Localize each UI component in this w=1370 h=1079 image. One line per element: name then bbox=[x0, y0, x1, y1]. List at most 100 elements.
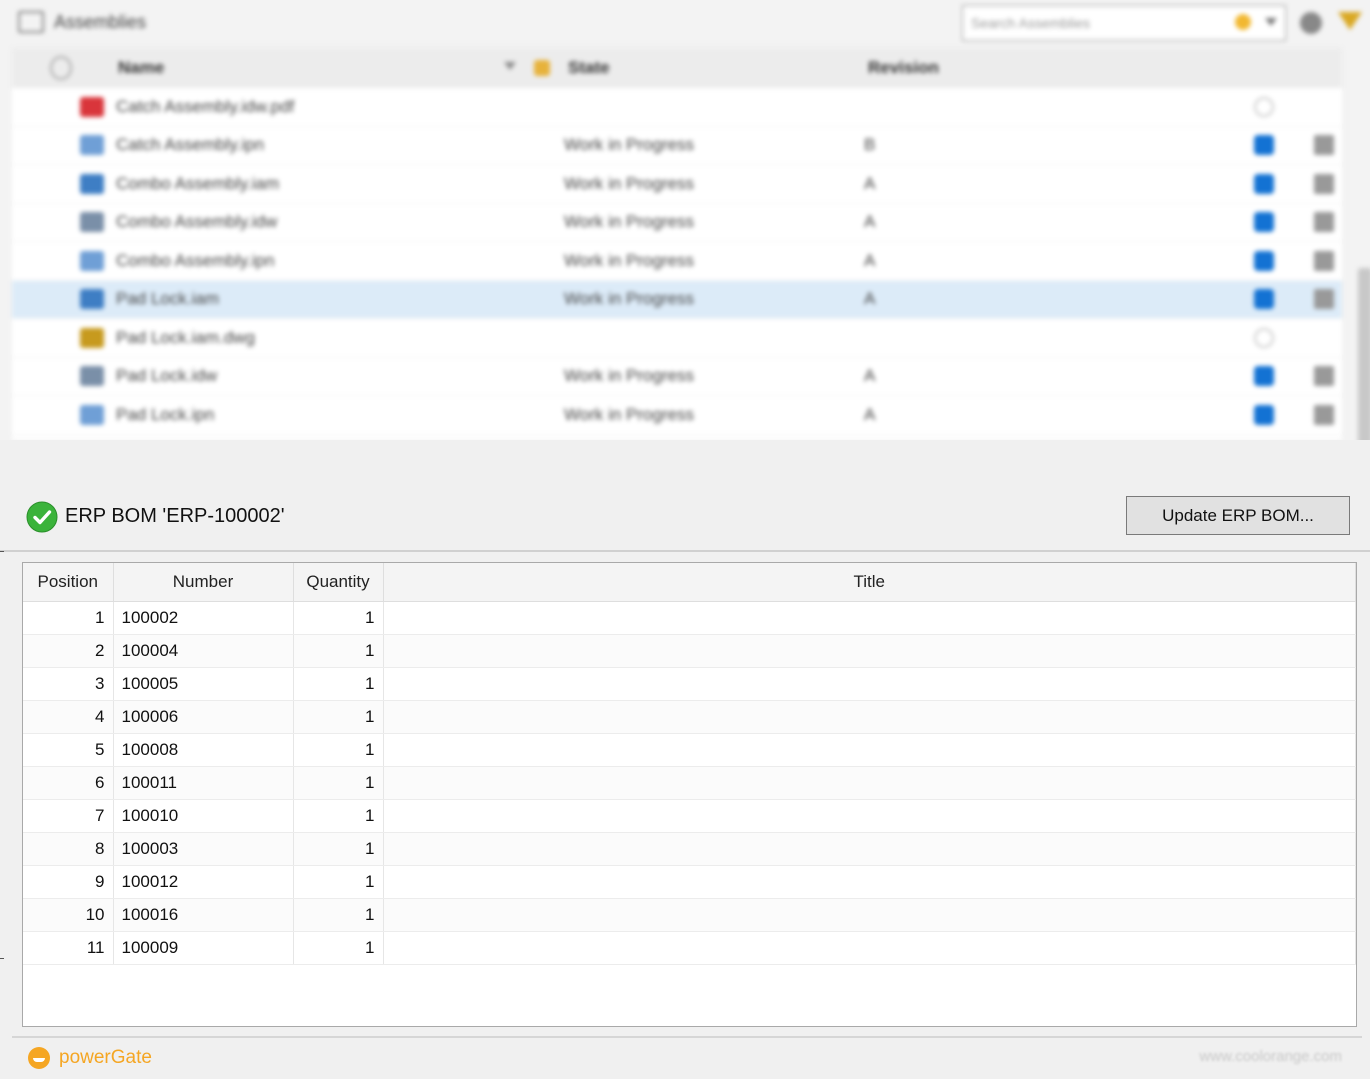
cell-title bbox=[383, 700, 1356, 734]
pdf-icon bbox=[80, 96, 104, 117]
file-revision: A bbox=[864, 366, 876, 386]
file-name: Pad Lock.ipn bbox=[116, 404, 215, 424]
file-state: Work in Progress bbox=[564, 250, 695, 270]
cell-quantity: 1 bbox=[293, 733, 384, 767]
file-state: Work in Progress bbox=[564, 212, 695, 232]
table-row[interactable]: 10 100016 1 bbox=[23, 898, 1356, 932]
table-row[interactable]: 2 100004 1 bbox=[23, 634, 1356, 668]
table-row[interactable]: 4 100006 1 bbox=[23, 700, 1356, 734]
ipn-icon bbox=[80, 404, 104, 425]
file-row[interactable]: Catch Assembly.idw.pdf bbox=[12, 88, 1342, 127]
cell-title bbox=[383, 667, 1356, 701]
details-icon[interactable] bbox=[1314, 173, 1334, 194]
cell-number: 100005 bbox=[113, 667, 294, 701]
column-position[interactable]: Position bbox=[23, 563, 114, 602]
divider bbox=[0, 550, 1370, 552]
cell-title bbox=[383, 733, 1356, 767]
search-icon[interactable] bbox=[1235, 14, 1251, 30]
file-row[interactable]: Pad Lock.iam.dwg bbox=[12, 319, 1342, 358]
table-row[interactable]: 9 100012 1 bbox=[23, 865, 1356, 899]
cell-title bbox=[383, 634, 1356, 668]
file-name: Pad Lock.iam bbox=[116, 289, 219, 309]
idw-icon bbox=[80, 212, 104, 233]
details-icon[interactable] bbox=[1314, 250, 1334, 271]
file-grid-header: Name State Revision bbox=[12, 48, 1342, 88]
bom-header: ERP BOM 'ERP-100002' Update ERP BOM... bbox=[0, 490, 1370, 550]
cell-number: 100011 bbox=[113, 766, 294, 800]
chevron-down-icon[interactable] bbox=[1265, 18, 1277, 26]
column-revision[interactable]: Revision bbox=[868, 58, 939, 78]
cell-quantity: 1 bbox=[293, 700, 384, 734]
file-name: Catch Assembly.ipn bbox=[116, 135, 265, 155]
details-icon[interactable] bbox=[1314, 289, 1334, 310]
status-icon bbox=[1254, 327, 1274, 348]
table-row[interactable]: 5 100008 1 bbox=[23, 733, 1356, 767]
search-input[interactable]: Search Assemblies bbox=[962, 5, 1286, 41]
file-row[interactable]: Pad Lock.idw Work in Progress A bbox=[12, 358, 1342, 396]
status-icon bbox=[1254, 250, 1274, 271]
file-name: Catch Assembly.idw.pdf bbox=[116, 96, 295, 116]
file-revision: A bbox=[864, 289, 876, 309]
select-all-checkbox[interactable] bbox=[50, 56, 72, 80]
column-number[interactable]: Number bbox=[113, 563, 294, 602]
file-row[interactable]: Pad Lock.iam Work in Progress A bbox=[12, 280, 1342, 319]
column-state[interactable]: State bbox=[568, 58, 610, 78]
file-name: Pad Lock.idw bbox=[116, 366, 218, 386]
file-rows: Catch Assembly.idw.pdf Catch Assembly.ipn… bbox=[12, 88, 1342, 435]
vertical-scrollbar[interactable] bbox=[1358, 268, 1370, 440]
table-row[interactable]: 1 100002 1 bbox=[23, 601, 1356, 635]
status-icon bbox=[1254, 404, 1274, 425]
file-row[interactable]: Combo Assembly.iam Work in Progress A bbox=[12, 165, 1342, 204]
cell-number: 100008 bbox=[113, 733, 294, 767]
footer-divider bbox=[12, 1036, 1362, 1038]
cell-number: 100003 bbox=[113, 832, 294, 866]
cell-title bbox=[383, 865, 1356, 899]
cell-title bbox=[383, 898, 1356, 932]
update-erp-bom-button[interactable]: Update ERP BOM... bbox=[1126, 496, 1350, 535]
table-row[interactable]: 7 100010 1 bbox=[23, 799, 1356, 833]
table-row[interactable]: 11 100009 1 bbox=[23, 931, 1356, 965]
cell-number: 100010 bbox=[113, 799, 294, 833]
status-icon bbox=[1254, 135, 1274, 156]
brand-url[interactable]: www.coolorange.com bbox=[1199, 1048, 1342, 1065]
details-icon[interactable] bbox=[1314, 404, 1334, 425]
cell-position: 11 bbox=[23, 931, 114, 965]
details-icon[interactable] bbox=[1314, 366, 1334, 387]
filter-icon[interactable] bbox=[1338, 12, 1362, 30]
cell-quantity: 1 bbox=[293, 931, 384, 965]
brand-name: powerGate bbox=[59, 1047, 152, 1068]
file-row[interactable]: Combo Assembly.ipn Work in Progress A bbox=[12, 242, 1342, 281]
cell-quantity: 1 bbox=[293, 865, 384, 899]
edge-tick bbox=[0, 958, 4, 959]
column-name[interactable]: Name bbox=[118, 58, 164, 78]
file-row[interactable]: Pad Lock.ipn Work in Progress A bbox=[12, 396, 1342, 435]
gear-icon[interactable] bbox=[1300, 12, 1322, 34]
file-row[interactable]: Combo Assembly.idw Work in Progress A bbox=[12, 204, 1342, 242]
status-icon bbox=[1254, 173, 1274, 194]
column-title[interactable]: Title bbox=[383, 563, 1356, 602]
status-icon bbox=[1254, 289, 1274, 310]
cell-number: 100002 bbox=[113, 601, 294, 635]
details-icon[interactable] bbox=[1314, 212, 1334, 233]
table-row[interactable]: 3 100005 1 bbox=[23, 667, 1356, 701]
cell-position: 5 bbox=[23, 733, 114, 767]
table-row[interactable]: 8 100003 1 bbox=[23, 832, 1356, 866]
details-icon[interactable] bbox=[1314, 135, 1334, 156]
check-circle-icon bbox=[26, 501, 58, 533]
bom-table: Position Number Quantity Title 1 100002 1 2… bbox=[23, 563, 1356, 965]
bom-title: ERP BOM 'ERP-100002' bbox=[65, 505, 285, 527]
cell-position: 2 bbox=[23, 634, 114, 668]
sort-icon bbox=[504, 62, 516, 70]
table-row[interactable]: 6 100011 1 bbox=[23, 766, 1356, 800]
file-name: Combo Assembly.idw bbox=[116, 212, 278, 232]
cell-number: 100012 bbox=[113, 865, 294, 899]
cell-position: 1 bbox=[23, 601, 114, 635]
state-icon bbox=[534, 60, 550, 76]
ipn-icon bbox=[80, 135, 104, 156]
file-state: Work in Progress bbox=[564, 366, 695, 386]
search-placeholder: Search Assemblies bbox=[971, 15, 1091, 31]
file-row[interactable]: Catch Assembly.ipn Work in Progress B bbox=[12, 127, 1342, 165]
file-revision: A bbox=[864, 250, 876, 270]
column-quantity[interactable]: Quantity bbox=[293, 563, 384, 602]
file-revision: A bbox=[864, 212, 876, 232]
